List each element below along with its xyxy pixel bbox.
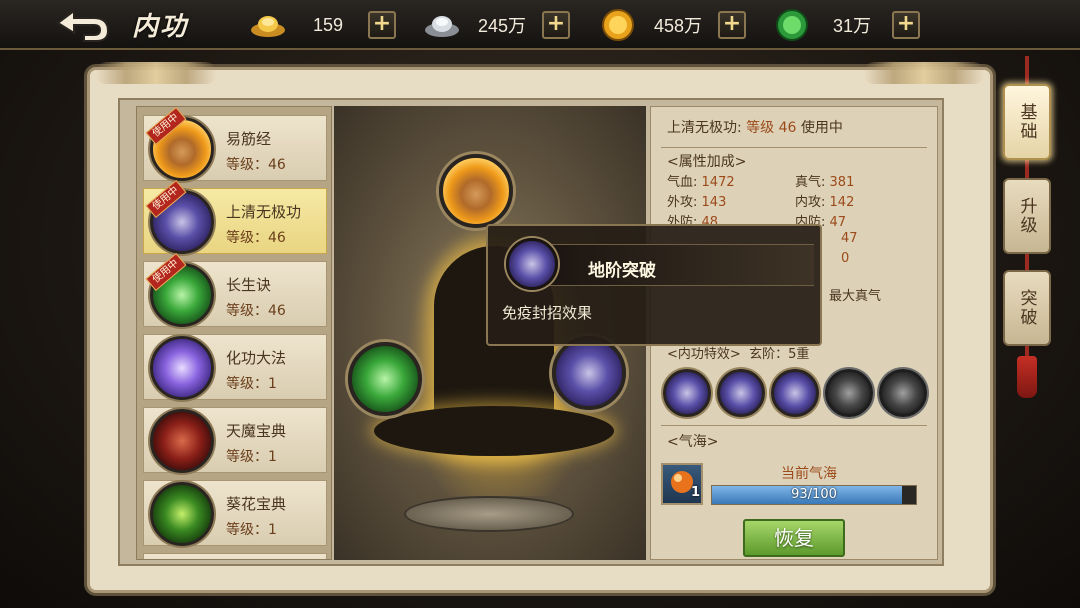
skill-name: 化功大法: [226, 349, 287, 367]
skill-name: 葵花宝典: [226, 495, 287, 513]
skill-level: 等级：46: [226, 230, 286, 246]
divider: [661, 147, 927, 148]
tab-basic[interactable]: 基础: [1003, 84, 1051, 160]
green-jade-coin-value: 31万: [832, 16, 872, 36]
currency-green-jade-coin: 31万 +: [772, 6, 920, 44]
tassel-ornament: [1017, 356, 1037, 398]
info-skill-level: 等级 46: [746, 120, 797, 136]
skill-level: 等级：1: [226, 522, 277, 538]
back-arrow-icon: [56, 9, 110, 42]
skill-item-kuihua[interactable]: 葵花宝典 等级：1: [143, 480, 327, 546]
silver-ingot-icon: [422, 7, 462, 43]
skill-level: 等级：1: [226, 449, 277, 465]
back-button[interactable]: [52, 8, 112, 44]
passive-skill-icon-2[interactable]: [717, 369, 765, 417]
tooltip-description: 免疫封招效果: [502, 304, 593, 322]
info-skill-status: 使用中: [800, 120, 843, 136]
attr-header: <属性加成>: [667, 154, 747, 170]
skill-name: 长生诀: [226, 276, 272, 294]
demon-portrait-icon: [150, 409, 214, 473]
skill-level: 等级：46: [226, 303, 286, 319]
tooltip-skill-icon: [506, 238, 558, 290]
currency-gold-coin: 458万 +: [598, 6, 746, 44]
passive-skill-icon-4-locked[interactable]: [825, 369, 873, 417]
top-bar: 内功 159 + 245万 + 458万 + 31万 +: [0, 0, 1080, 50]
green-robed-portrait-icon: [150, 482, 214, 546]
passive-skill-icon-3[interactable]: [771, 369, 819, 417]
add-gold-ingot-button[interactable]: +: [368, 11, 396, 39]
skill-item-changsheng[interactable]: 使用中 长生诀 等级：46: [143, 253, 327, 327]
skill-item-tianmo[interactable]: 天魔宝典 等级：1: [143, 407, 327, 473]
frame-ornament-left: [96, 62, 216, 84]
restore-button[interactable]: 恢复: [743, 519, 845, 557]
orb-count: 1: [691, 485, 701, 500]
skill-name: 上清无极功: [226, 203, 302, 221]
info-title: 上清无极功: 等级 46 使用中: [667, 117, 843, 137]
purple-energy-portrait-icon: [150, 336, 214, 400]
currency-gold-ingot: 159 +: [248, 6, 396, 44]
skill-item-yijinjing[interactable]: 使用中 易筋经 等级：46: [143, 107, 327, 181]
currency-silver-ingot: 245万 +: [422, 6, 570, 44]
tab-breakthrough[interactable]: 突破: [1003, 270, 1051, 346]
stat-max-zhenqi-partial: 最大真气: [829, 289, 882, 304]
skill-name: 天魔宝典: [226, 422, 287, 440]
stat-hp: 气血: 1472: [667, 175, 735, 190]
tab-rope: [1025, 56, 1029, 86]
silhouette-legs: [374, 406, 614, 456]
skill-name: 易筋经: [226, 130, 272, 148]
stat-inner-atk: 内攻: 142: [795, 195, 855, 210]
page-title: 内功: [132, 12, 189, 42]
tab-upgrade[interactable]: 升级: [1003, 178, 1051, 254]
equipped-slot-top[interactable]: [439, 154, 513, 228]
skill-level: 等级：1: [226, 376, 277, 392]
divider: [661, 425, 927, 426]
equipped-slot-left[interactable]: [348, 342, 422, 416]
skill-level: 等级：46: [226, 157, 286, 173]
info-skill-name: 上清无极功:: [667, 120, 742, 136]
tooltip-title: 地阶突破: [588, 261, 656, 281]
add-silver-ingot-button[interactable]: +: [542, 11, 570, 39]
silver-ingot-value: 245万: [477, 16, 527, 36]
tooltip-header: [538, 244, 814, 286]
gold-coin-value: 458万: [653, 16, 703, 36]
equipped-slot-right[interactable]: [552, 336, 626, 410]
qihai-label: 当前气海: [781, 466, 837, 482]
breakthrough-tooltip: 地阶突破 免疫封招效果: [486, 224, 822, 346]
gold-ingot-icon: [248, 7, 288, 43]
passive-skill-icon-1[interactable]: [663, 369, 711, 417]
skill-item-partial[interactable]: [143, 553, 327, 559]
skill-list[interactable]: 使用中 易筋经 等级：46 使用中 上清无极功 等级：46 使用中 长生诀 等级…: [136, 106, 332, 560]
add-green-jade-coin-button[interactable]: +: [892, 11, 920, 39]
gold-ingot-value: 159: [312, 14, 344, 35]
skill-item-huagong[interactable]: 化功大法 等级：1: [143, 334, 327, 400]
stat-hidden-2: 0: [841, 251, 850, 266]
pedestal: [404, 496, 574, 532]
stat-hidden-1: 47: [841, 231, 858, 246]
stat-zhenqi: 真气: 381: [795, 175, 855, 190]
stat-outer-atk: 外攻: 143: [667, 195, 727, 210]
gold-coin-icon: [598, 7, 638, 43]
frame-ornament-right: [864, 62, 984, 84]
add-gold-coin-button[interactable]: +: [718, 11, 746, 39]
skill-item-shangqing[interactable]: 使用中 上清无极功 等级：46: [143, 180, 327, 254]
green-jade-coin-icon: [772, 7, 812, 43]
qihai-progress-text: 93/100: [791, 487, 837, 502]
qihai-header: <气海>: [667, 434, 719, 450]
passive-skill-icon-5-locked[interactable]: [879, 369, 927, 417]
